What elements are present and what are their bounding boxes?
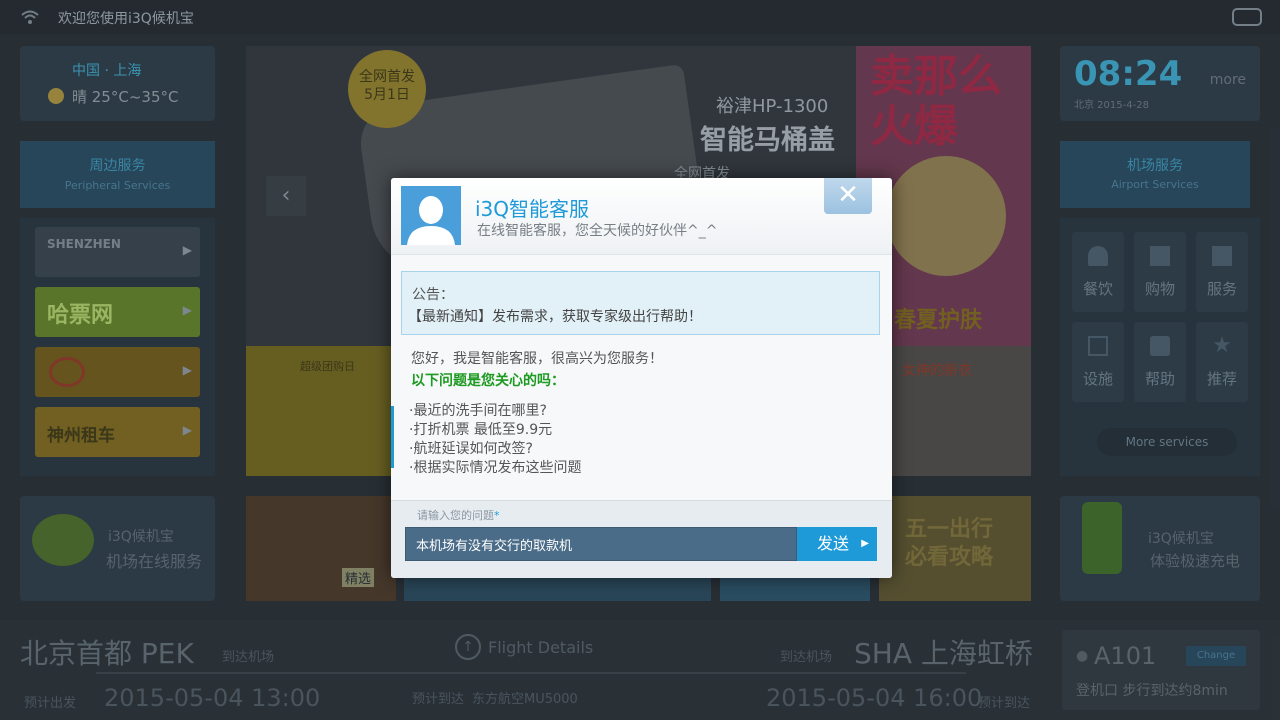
- faq-item[interactable]: ·根据实际情况发布这些问题: [409, 457, 581, 477]
- input-label-text: 请输入您的问题: [417, 509, 494, 522]
- question-input[interactable]: [405, 527, 797, 561]
- send-button[interactable]: 发送 ▶: [797, 527, 877, 561]
- question-heading: 以下问题是您关心的吗：: [411, 373, 565, 389]
- input-label: 请输入您的问题*: [417, 507, 500, 523]
- notice-box: 公告： 【最新通知】发布需求，获取专家级出行帮助！: [401, 271, 880, 335]
- faq-item[interactable]: ·最近的洗手间在哪里?: [409, 400, 547, 420]
- user-silhouette-icon: [407, 196, 455, 245]
- close-button[interactable]: ✕: [824, 178, 872, 214]
- faq-item[interactable]: ·航班延误如何改签?: [409, 438, 533, 458]
- input-area: 请输入您的问题* 发送 ▶: [391, 500, 892, 578]
- notice-label: 公告：: [412, 287, 454, 303]
- dialog-title: i3Q智能客服: [475, 197, 590, 221]
- dialog-header: i3Q智能客服 在线智能客服，您全天候的好伙伴^_^ ✕: [391, 178, 892, 255]
- play-icon: ▶: [861, 538, 869, 549]
- send-label: 发送: [817, 534, 850, 553]
- required-star: *: [494, 509, 500, 522]
- chat-scroll-indicator: [391, 406, 394, 468]
- dialog-subtitle: 在线智能客服，您全天候的好伙伴^_^: [477, 223, 718, 239]
- customer-service-dialog: i3Q智能客服 在线智能客服，您全天候的好伙伴^_^ ✕ 公告： 【最新通知】发…: [391, 178, 892, 578]
- greeting-text: 您好，我是智能客服，很高兴为您服务！: [411, 351, 663, 367]
- notice-text[interactable]: 【最新通知】发布需求，获取专家级出行帮助！: [408, 306, 702, 326]
- avatar: [401, 186, 461, 245]
- faq-item[interactable]: ·打折机票 最低至9.9元: [409, 419, 552, 439]
